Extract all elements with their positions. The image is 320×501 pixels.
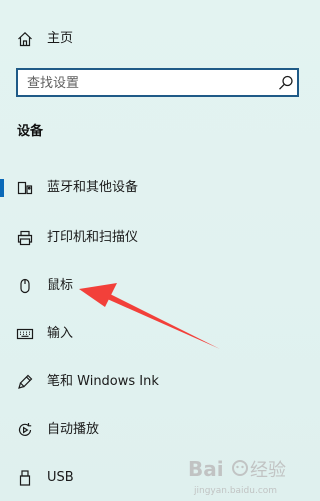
- nav-item-bluetooth[interactable]: 蓝牙和其他设备: [0, 170, 303, 206]
- nav-item-printers[interactable]: 打印机和扫描仪: [0, 220, 303, 256]
- nav-item-pen[interactable]: 笔和 Windows Ink: [0, 364, 303, 400]
- nav-item-typing[interactable]: 输入: [0, 316, 303, 352]
- nav-item-usb[interactable]: USB: [0, 460, 303, 496]
- nav-item-mouse[interactable]: 鼠标: [0, 268, 303, 304]
- nav-item-label: 蓝牙和其他设备: [47, 180, 139, 195]
- pen-icon: [16, 373, 34, 391]
- nav-item-label: USB: [47, 470, 74, 485]
- printer-icon: [16, 229, 34, 247]
- mouse-icon: [16, 277, 34, 295]
- active-indicator: [0, 179, 4, 197]
- usb-icon: [16, 469, 34, 487]
- nav-home-label: 主页: [47, 31, 74, 46]
- keyboard-icon: [16, 325, 34, 343]
- nav-item-label: 鼠标: [47, 278, 74, 293]
- bluetooth-devices-icon: [16, 179, 34, 197]
- search-icon[interactable]: [277, 74, 295, 92]
- home-icon: [16, 30, 34, 48]
- autoplay-icon: [16, 421, 34, 439]
- search-input[interactable]: [27, 74, 263, 92]
- section-title: 设备: [17, 124, 44, 139]
- nav-item-label: 笔和 Windows Ink: [47, 374, 159, 389]
- nav-item-label: 输入: [47, 326, 74, 341]
- search-box[interactable]: [16, 68, 299, 97]
- nav-home[interactable]: 主页: [0, 22, 303, 56]
- nav-item-label: 打印机和扫描仪: [47, 230, 139, 245]
- nav-item-autoplay[interactable]: 自动播放: [0, 412, 303, 448]
- nav-item-label: 自动播放: [47, 422, 100, 437]
